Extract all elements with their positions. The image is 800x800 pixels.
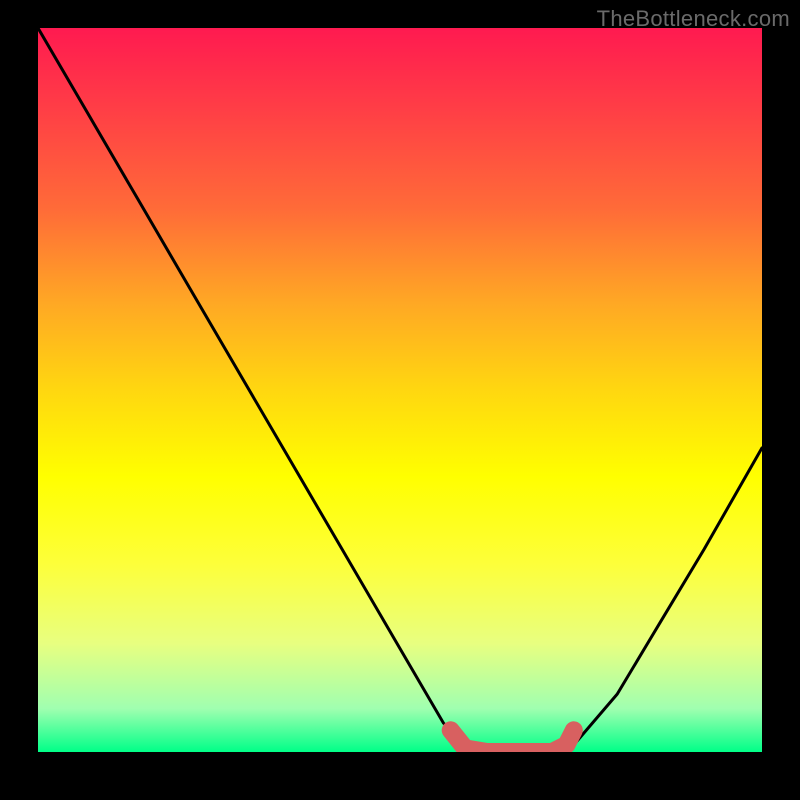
- x-axis-bar: [38, 752, 762, 762]
- bottleneck-curve-line: [38, 28, 762, 752]
- chart-svg: [38, 28, 762, 752]
- optimal-highlight-line: [451, 730, 574, 752]
- attribution-text: TheBottleneck.com: [597, 6, 790, 32]
